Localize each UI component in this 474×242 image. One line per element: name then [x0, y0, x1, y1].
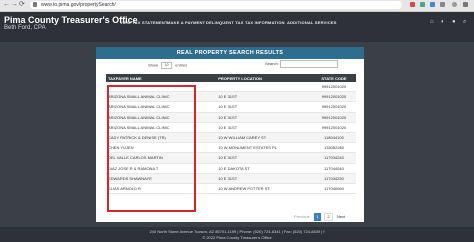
menu-icon[interactable] [463, 2, 468, 7]
state-code-cell[interactable]: 99912001020 [311, 112, 356, 123]
reload-icon[interactable]: ⟳ [19, 1, 25, 9]
browser-toolbar: ← → ⟳ www.to.pima.gov/propertySearch/ [0, 0, 474, 12]
table-row[interactable]: DEL VALLE CARLOS MARTIN 10 E 31ST 11703424… [106, 152, 356, 164]
location-cell: 10 E 31ST [216, 173, 312, 184]
forward-icon[interactable]: → [11, 1, 18, 9]
location-cell: 10 E 31ST [216, 122, 312, 133]
taxpayer-name-cell: ELIAS ARNOLD R [106, 183, 217, 195]
table-row[interactable]: ARIZONA SMALL ANIMAL CLINIC 10 E 31ST 9991… [106, 112, 356, 123]
menu-tax-information[interactable]: TAX INFORMATION [245, 20, 285, 25]
language-icon[interactable]: ◐ [441, 19, 445, 26]
entries-label: entries [175, 62, 188, 68]
taxpayer-name-cell: ARIZONA SMALL ANIMAL CLINIC [106, 112, 217, 123]
footer-copyright: © 2022 Pima County Treasurer's Office [202, 235, 272, 240]
table-row[interactable]: ARIZONA SMALL ANIMAL CLINIC 10 E 31ST 9991… [106, 91, 356, 103]
taxpayer-name-cell: CHEN YUJEN [106, 142, 217, 154]
extension-icon[interactable] [420, 2, 425, 7]
state-code-cell[interactable]: 117034240 [311, 152, 356, 164]
column-state-code[interactable]: STATE CODE [311, 74, 356, 82]
footer-contact: 240 North Stone Avenue Tucson, AZ 85701-… [149, 229, 325, 234]
taxpayer-name-cell: ARIZONA SMALL ANIMAL CLINIC [106, 91, 217, 103]
profile-icon[interactable] [452, 2, 457, 7]
back-icon[interactable]: ← [3, 1, 10, 9]
taxpayer-name-cell: DEL VALLE CARLOS MARTIN [106, 152, 217, 164]
menu-view-tax-statement[interactable]: VIEW TAX STATEMENT [120, 20, 168, 25]
results-heading: REAL PROPERTY SEARCH RESULTS [96, 47, 364, 59]
site-title[interactable]: Pima County Treasurer's Office [4, 15, 138, 25]
taxpayer-name-cell [106, 82, 217, 93]
column-taxpayer-name[interactable]: TAXPAYER NAME [106, 74, 217, 82]
menu-additional-services[interactable]: ADDITIONAL SERVICES [287, 20, 337, 25]
table-search: Search: [265, 60, 338, 68]
location-cell: 10 E 31ST [216, 152, 312, 164]
column-property-location[interactable]: PROPERTY LOCATION [216, 74, 312, 82]
entries-select[interactable]: 10 [161, 62, 173, 69]
location-cell: 10 E 31ST [216, 101, 312, 113]
lock-icon [33, 2, 37, 7]
location-cell: 10 W ANDREW POTTER ST [216, 183, 312, 195]
state-code-cell[interactable]: 117034250 [311, 173, 356, 184]
home-icon[interactable]: ⌂ [430, 19, 434, 26]
state-code-cell[interactable]: 99912001020 [311, 101, 356, 113]
table-row[interactable]: 99912001020 [106, 82, 356, 93]
address-bar[interactable]: www.to.pima.gov/propertySearch/ [30, 1, 402, 9]
taxpayer-name-cell: DIAZ JOSE R & RAMONA T [106, 163, 217, 174]
extension-icon[interactable] [440, 2, 445, 7]
table-row[interactable]: DIAZ JOSE R & RAMONA T 10 E DAKOTA ST 1170… [106, 163, 356, 174]
location-cell [216, 82, 312, 93]
table-row[interactable]: EDWARDS SHAWNAYE 10 E 31ST 117034250 [106, 173, 356, 184]
results-table: TAXPAYER NAME PROPERTY LOCATION STATE CO… [106, 74, 356, 195]
location-cell: 10 E 31ST [216, 91, 312, 103]
entries-length-control: Show 10 entries [148, 62, 187, 69]
menu-make-a-payment[interactable]: MAKE A PAYMENT [167, 20, 205, 25]
pagination-page-1[interactable]: 1 [314, 213, 321, 221]
show-label: Show [148, 62, 159, 68]
extension-icon[interactable] [410, 2, 415, 7]
taxpayer-name-cell: ARIZONA SMALL ANIMAL CLINIC [106, 122, 217, 133]
table-row[interactable]: CHEN YUJEN 10 W MONUMENT ESTATES PL 133052… [106, 142, 356, 154]
menu-delinquent-tax[interactable]: DELINQUENT TAX [206, 20, 244, 25]
pagination-previous[interactable]: Previous [294, 213, 310, 221]
search-icon[interactable]: ⌕ [463, 19, 466, 26]
state-code-cell[interactable]: 117040060 [311, 183, 356, 195]
search-label: Search: [265, 61, 279, 66]
state-code-cell[interactable]: 118044100 [311, 132, 356, 144]
table-row[interactable]: ARIZONA SMALL ANIMAL CLINIC 10 E 31ST 9991… [106, 101, 356, 113]
location-cell: 10 W MONUMENT ESTATES PL [216, 142, 312, 154]
location-cell: 10 E DAKOTA ST [216, 163, 312, 174]
taxpayer-name-cell: CADY PATRICK & DENISE (TR) [106, 132, 217, 144]
site-subtitle: Beth Ford, CPA [4, 25, 46, 31]
table-row[interactable]: ELIAS ARNOLD R 10 W ANDREW POTTER ST 11704… [106, 183, 356, 195]
state-code-cell[interactable]: 99912001020 [311, 122, 356, 133]
search-input[interactable] [280, 60, 338, 68]
state-code-cell[interactable]: 133052280 [311, 142, 356, 154]
taxpayer-name-cell: ARIZONA SMALL ANIMAL CLINIC [106, 101, 217, 113]
pagination-page-2[interactable]: 2 [324, 213, 333, 221]
location-cell: 10 W WILLIAM CAREY ST [216, 132, 312, 144]
results-card: REAL PROPERTY SEARCH RESULTS Show 10 ent… [96, 47, 364, 222]
state-code-cell[interactable]: 117044040 [311, 163, 356, 174]
table-row[interactable]: ARIZONA SMALL ANIMAL CLINIC 10 E 31ST 9991… [106, 122, 356, 133]
taxpayer-name-cell: EDWARDS SHAWNAYE [106, 173, 217, 184]
table-header-row: TAXPAYER NAME PROPERTY LOCATION STATE CO… [106, 74, 356, 82]
state-code-cell[interactable]: 99912001020 [311, 82, 356, 93]
user-icon[interactable]: ● [452, 19, 456, 26]
extension-icon[interactable] [430, 2, 435, 7]
location-cell: 10 E 31ST [216, 112, 312, 123]
table-row[interactable]: CADY PATRICK & DENISE (TR) 10 W WILLIAM C… [106, 132, 356, 144]
url-text: www.to.pima.gov/propertySearch/ [41, 2, 116, 8]
state-code-cell[interactable]: 99912001020 [311, 91, 356, 103]
pagination-next[interactable]: Next [337, 213, 345, 221]
